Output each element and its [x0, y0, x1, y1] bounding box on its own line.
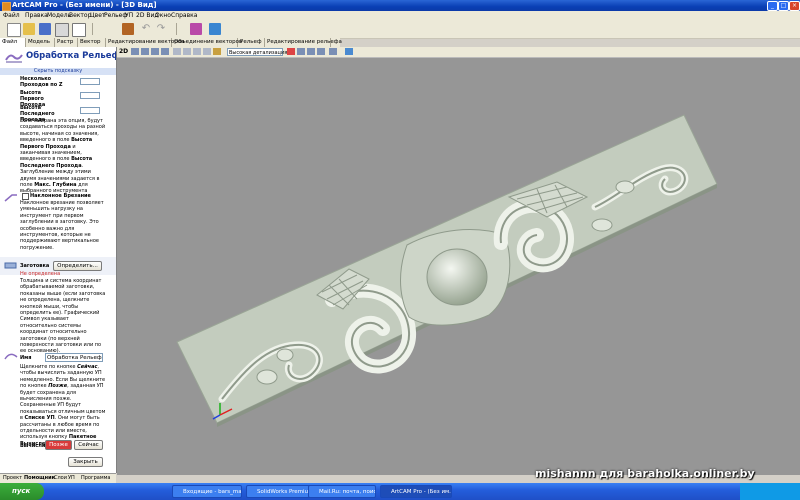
calculate-now-button[interactable]: Сейчас	[74, 440, 103, 450]
define-material-button[interactable]: Определить...	[53, 261, 102, 271]
book-icon[interactable]	[190, 23, 202, 35]
material-block-icon	[4, 262, 17, 269]
tab-vector[interactable]: Вектор	[78, 38, 106, 47]
tab-program[interactable]: Программа	[81, 475, 110, 481]
tab-layers[interactable]: Слои	[54, 475, 67, 481]
multi-passes-help: Если выбрана эта опция, будут создаватьс…	[20, 118, 106, 195]
toolbar-separator	[92, 23, 93, 35]
relief-tool-icon	[5, 54, 23, 63]
start-button[interactable]: пуск	[0, 483, 44, 500]
open-folder-icon[interactable]	[23, 23, 35, 35]
material-label: Заготовка	[20, 263, 50, 269]
menu-model[interactable]: Модель	[47, 12, 71, 19]
bitmap-tool-icon[interactable]	[122, 23, 134, 35]
tab-relief[interactable]: Рельеф	[238, 38, 265, 47]
panel-title: Обработка Рельефа	[26, 51, 117, 61]
zoom-icon[interactable]	[131, 48, 139, 55]
menu-bar: Файл Правка Модель Вектор Цвет Рельеф УП…	[0, 11, 800, 20]
tab-vector-editing[interactable]: Редактирование векторов	[106, 38, 184, 47]
menu-toolpaths[interactable]: УП	[125, 12, 133, 19]
maximize-button[interactable]: □	[778, 1, 789, 11]
watermark-text: mishannn для baraholka.onliner.by	[535, 467, 755, 480]
task-mailru[interactable]: Mail.Ru: почта, поис...	[308, 485, 376, 498]
color-icon[interactable]	[287, 48, 295, 55]
tab-vector-combine[interactable]: Объединение векторов	[172, 38, 242, 47]
minimize-button[interactable]: _	[767, 1, 778, 11]
material-view-icon[interactable]	[307, 48, 315, 55]
3d-viewport[interactable]	[117, 47, 800, 475]
assistant-tabs: Файл Модель Растр Вектор Редактирование …	[0, 38, 342, 47]
ramp-label: Наклонное Врезание	[30, 193, 91, 199]
ramp-checkbox[interactable]	[22, 193, 29, 200]
panel-header: Обработка Рельефа	[0, 47, 116, 67]
toolbar-separator	[176, 23, 177, 35]
system-tray	[740, 483, 800, 500]
first-pass-field[interactable]	[80, 92, 100, 99]
tab-relief-editing[interactable]: Редактирование рельефа	[265, 38, 342, 47]
detail-level-select[interactable]: Высокая детализация	[227, 48, 287, 56]
arrow-icon[interactable]	[329, 48, 337, 55]
undo-icon[interactable]: ↶	[140, 23, 152, 35]
calculate-later-button[interactable]: Позже	[45, 440, 72, 450]
print-icon[interactable]	[55, 23, 69, 37]
calculate-help: Щелкните по кнопке Сейчас, чтобы вычисли…	[20, 364, 106, 447]
rotate-icon[interactable]	[151, 48, 159, 55]
window-title-bar: ArtCAM Pro - (Без имени) - [3D Вид] _ □ …	[0, 0, 800, 11]
close-window-button[interactable]: ×	[789, 1, 800, 11]
tab-toolpaths[interactable]: УП	[68, 475, 75, 481]
2d-view-button[interactable]: 2D	[119, 48, 128, 55]
front-view-icon[interactable]	[193, 48, 201, 55]
menu-relief[interactable]: Рельеф	[104, 12, 128, 19]
pan-icon[interactable]	[141, 48, 149, 55]
fit-view-icon[interactable]	[161, 48, 169, 55]
top-view-icon[interactable]	[183, 48, 191, 55]
3d-view-toolbar: 2D Высокая детализация	[117, 47, 800, 58]
tab-project[interactable]: Проект	[3, 475, 22, 481]
new-file-icon[interactable]	[7, 23, 21, 37]
relief-machining-panel: Обработка Рельефа Скрыть подсказку Неско…	[0, 47, 117, 473]
ramp-icon	[4, 194, 17, 202]
save-icon[interactable]	[39, 23, 51, 35]
grid-icon[interactable]	[297, 48, 305, 55]
multi-passes-field[interactable]	[80, 78, 100, 85]
last-pass-field[interactable]	[80, 107, 100, 114]
tab-bitmap[interactable]: Растр	[55, 38, 78, 47]
menu-edit[interactable]: Правка	[25, 12, 48, 19]
light-icon[interactable]	[213, 48, 221, 55]
menu-window[interactable]: Окно	[155, 12, 171, 19]
toolpath-name-icon	[4, 353, 18, 360]
close-panel-button[interactable]: Закрыть	[68, 457, 103, 467]
multi-passes-label: Несколько Проходов по Z	[20, 76, 63, 88]
side-view-icon[interactable]	[203, 48, 211, 55]
model-icon[interactable]	[72, 23, 86, 37]
task-mail-inbox[interactable]: Входящие - bars_ma...	[172, 485, 242, 498]
artcam-app-icon	[2, 2, 11, 11]
tab-assistant[interactable]: Помощник	[24, 475, 55, 481]
hide-help-link[interactable]: Скрыть подсказку	[0, 68, 116, 75]
ramp-help: Наклонное врезание позволяет уменьшить н…	[20, 200, 104, 251]
tab-file[interactable]: Файл	[0, 38, 26, 47]
material-status: Не определена	[20, 271, 61, 277]
main-toolbar: ↶ ↷	[0, 20, 800, 39]
menu-file[interactable]: Файл	[3, 12, 20, 19]
task-artcam[interactable]: ArtCAM Pro - (Без им...	[380, 485, 452, 498]
name-label: Имя	[20, 355, 32, 361]
select-icon[interactable]	[345, 48, 353, 55]
material-help: Толщина и система координат обрабатываем…	[20, 278, 106, 355]
tools-database-icon[interactable]	[209, 23, 221, 35]
tab-model[interactable]: Модель	[26, 38, 55, 47]
toolpath-name-field[interactable]: Обработка Рельефа	[45, 353, 103, 362]
redo-icon[interactable]: ↷	[155, 23, 167, 35]
window-title: ArtCAM Pro - (Без имени) - [3D Вид]	[12, 1, 157, 9]
iso-view-icon[interactable]	[173, 48, 181, 55]
toolpath-view-icon[interactable]	[317, 48, 325, 55]
relief-model	[176, 114, 718, 427]
taskbar: пуск Входящие - bars_ma... SolidWorks Pr…	[0, 483, 800, 500]
menu-help[interactable]: Справка	[171, 12, 197, 19]
menu-vector[interactable]: Вектор	[69, 12, 91, 19]
